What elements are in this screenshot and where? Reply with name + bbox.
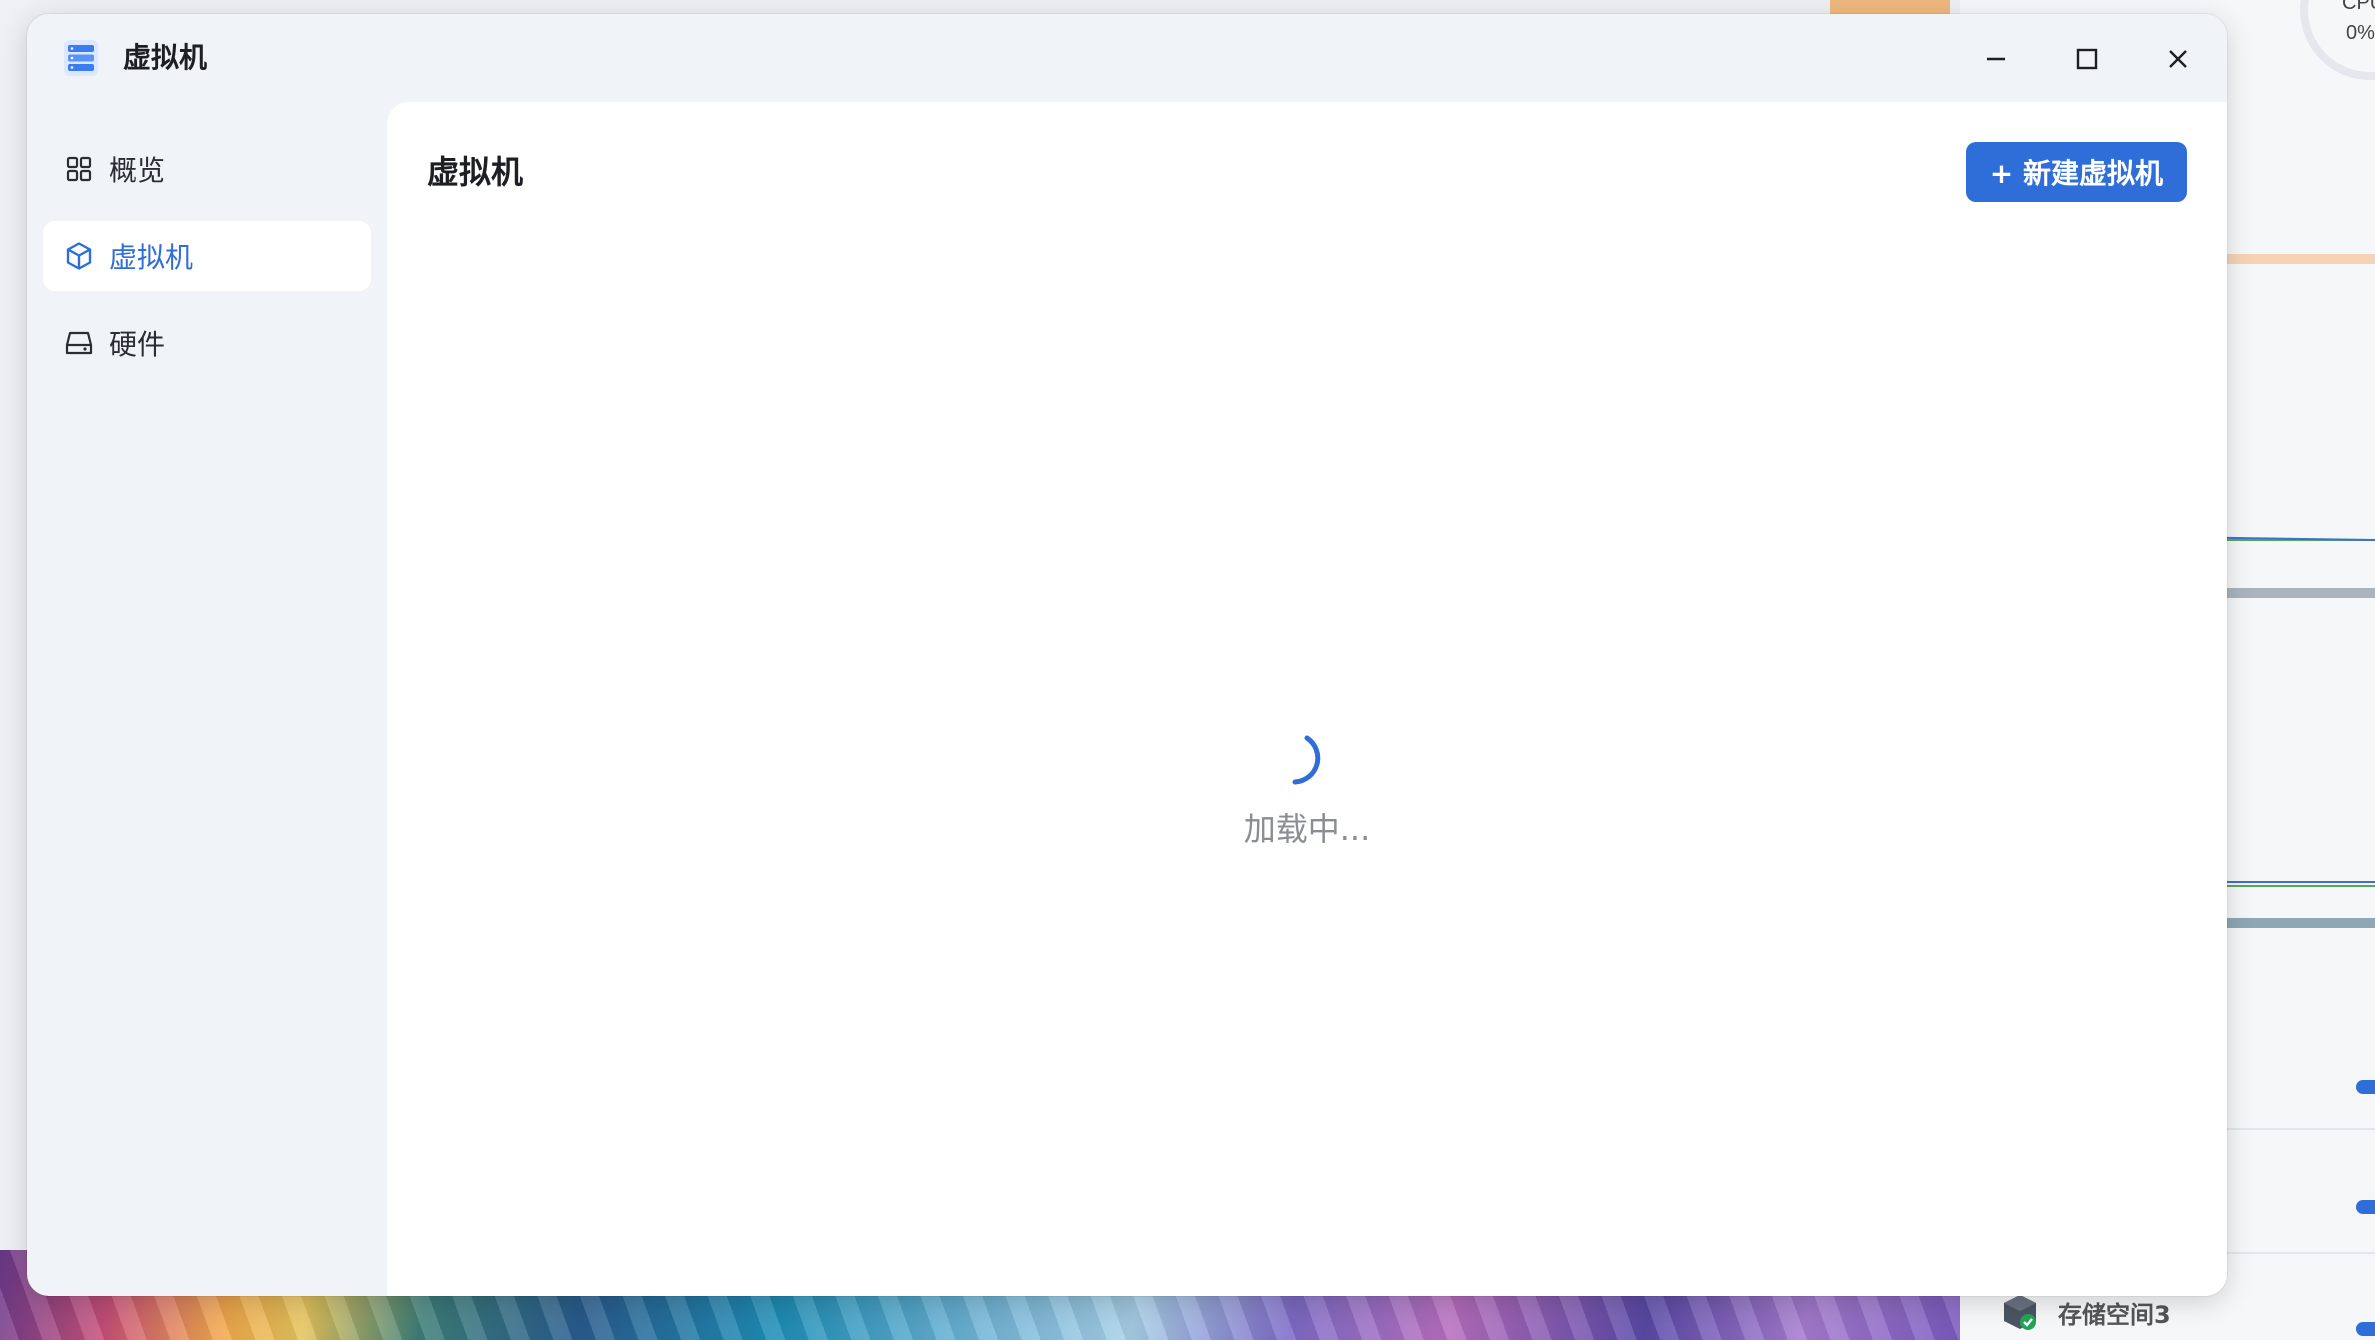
title-bar[interactable]: 虚拟机 xyxy=(27,14,2227,102)
new-vm-button[interactable]: + 新建虚拟机 xyxy=(1965,142,2187,202)
main-content: 虚拟机 + 新建虚拟机 加载中... xyxy=(387,102,2227,1296)
app-title: 虚拟机 xyxy=(123,41,208,74)
sidebar-item-overview[interactable]: 概览 xyxy=(43,134,371,204)
minimize-icon xyxy=(1987,57,2005,61)
toggle-switch[interactable] xyxy=(2356,1200,2375,1214)
sidebar-item-hardware[interactable]: 硬件 xyxy=(43,308,371,378)
sidebar-item-label: 虚拟机 xyxy=(109,241,194,274)
storage-pool-item[interactable]: 存储空间3 xyxy=(2000,1290,2171,1334)
server-stack-icon xyxy=(64,40,98,76)
loading-text: 加载中... xyxy=(1243,810,1371,848)
storage-pool-label: 存储空间3 xyxy=(2058,1300,2171,1329)
sidebar-item-label: 概览 xyxy=(109,154,166,187)
loading-spinner-icon xyxy=(1292,735,1321,785)
sidebar: 概览 虚拟机 硬件 xyxy=(27,102,387,1296)
storage-cube-icon xyxy=(2004,1295,2036,1330)
sidebar-item-label: 硬件 xyxy=(109,328,166,361)
sidebar-item-virtual-machines[interactable]: 虚拟机 xyxy=(43,221,371,291)
close-icon xyxy=(2169,50,2187,68)
toggle-switch[interactable] xyxy=(2356,1322,2375,1336)
cpu-value: 0% xyxy=(2346,22,2375,44)
grid-icon xyxy=(63,153,95,185)
maximize-button[interactable] xyxy=(2064,36,2110,82)
cpu-label: CPU xyxy=(2342,0,2375,14)
close-button[interactable] xyxy=(2155,36,2201,82)
maximize-icon xyxy=(2076,48,2098,70)
hard-drive-icon xyxy=(63,327,95,359)
toggle-switch[interactable] xyxy=(2356,1080,2375,1094)
cube-icon xyxy=(63,240,95,272)
loading-indicator: 加载中... xyxy=(387,730,2227,850)
vm-app-window: 虚拟机 概览 虚拟机 硬件 虚拟机 + 新建虚拟机 加载中... xyxy=(27,14,2227,1296)
minimize-button[interactable] xyxy=(1973,36,2019,82)
page-title: 虚拟机 xyxy=(427,153,524,191)
